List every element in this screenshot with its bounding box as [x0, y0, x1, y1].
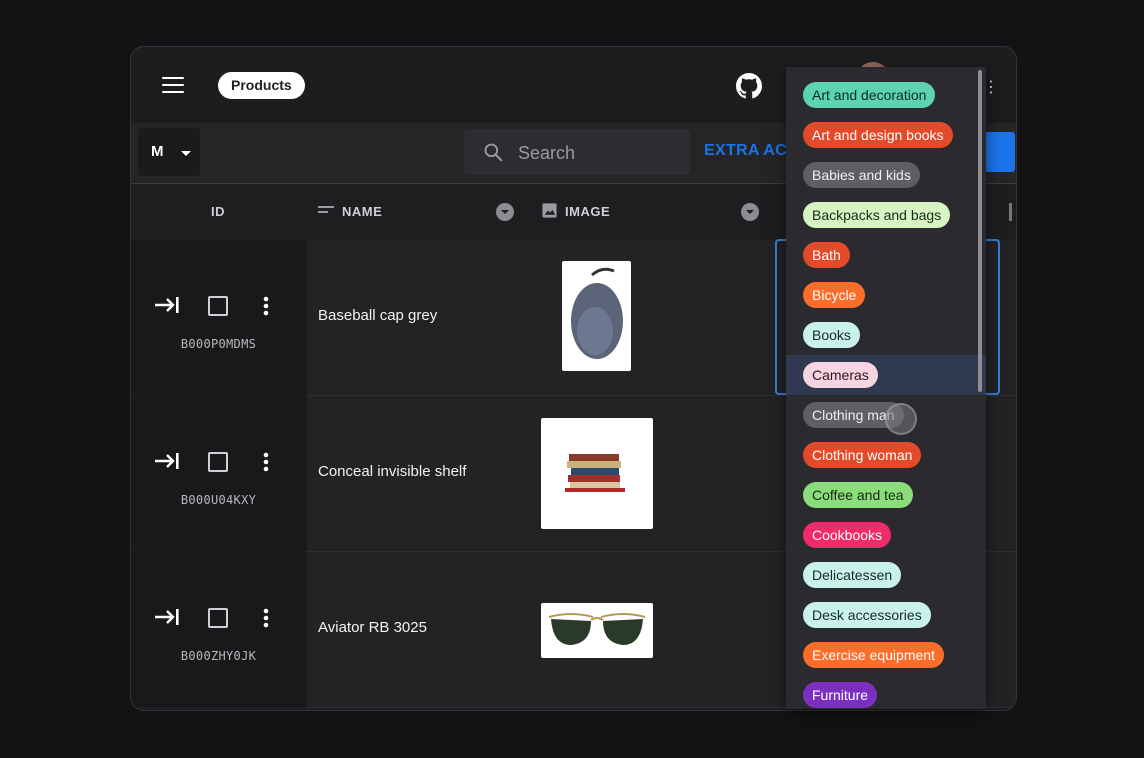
- more-vert-icon[interactable]: [262, 296, 270, 316]
- product-image: [562, 261, 631, 371]
- row-checkbox[interactable]: [208, 296, 228, 316]
- dropdown-option[interactable]: Desk accessories: [786, 595, 986, 635]
- github-icon[interactable]: [736, 73, 762, 99]
- category-tag: Art and design books: [803, 122, 953, 148]
- open-row-icon[interactable]: [154, 452, 180, 470]
- category-tag: Bicycle: [803, 282, 866, 308]
- dropdown-option[interactable]: Bath: [786, 235, 986, 275]
- dropdown-option[interactable]: Art and design books: [786, 115, 986, 155]
- dropdown-option[interactable]: Clothing woman: [786, 435, 986, 475]
- dropdown-option[interactable]: Coffee and tea: [786, 475, 986, 515]
- row-actions-cell: B000ZHY0JK: [131, 552, 306, 707]
- dropdown-option[interactable]: Delicatessen: [786, 555, 986, 595]
- category-dropdown: Art and decoration Art and design books Ba…: [786, 67, 986, 709]
- page-title-chip: Products: [218, 72, 305, 99]
- search-icon: [484, 143, 503, 162]
- category-tag: Babies and kids: [803, 162, 920, 188]
- more-vert-icon[interactable]: [262, 452, 270, 472]
- column-header-id[interactable]: ID: [211, 204, 225, 219]
- column-menu-icon[interactable]: [496, 203, 514, 221]
- view-mode-select[interactable]: M: [138, 128, 200, 176]
- category-tag: Desk accessories: [803, 602, 931, 628]
- category-tag: Cookbooks: [803, 522, 892, 548]
- row-id: B000ZHY0JK: [180, 649, 257, 663]
- dropdown-option[interactable]: Exercise equipment: [786, 635, 986, 675]
- dropdown-option[interactable]: Cookbooks: [786, 515, 986, 555]
- category-tag: Clothing woman: [803, 442, 922, 468]
- click-ripple: [885, 403, 917, 435]
- open-row-icon[interactable]: [154, 296, 180, 314]
- column-menu-icon[interactable]: [741, 203, 759, 221]
- dropdown-option[interactable]: Babies and kids: [786, 155, 986, 195]
- category-tag: Backpacks and bags: [803, 202, 951, 228]
- row-id: B000P0MDMS: [180, 337, 257, 351]
- chevron-down-icon: [181, 151, 191, 156]
- dropdown-scrollbar[interactable]: [978, 70, 982, 392]
- menu-icon[interactable]: [162, 77, 184, 93]
- category-tag: Cameras: [803, 362, 878, 388]
- category-tag: Furniture: [803, 682, 878, 708]
- category-tag: Books: [803, 322, 860, 348]
- search-box: [464, 129, 690, 175]
- row-actions-cell: B000P0MDMS: [131, 240, 306, 395]
- row-checkbox[interactable]: [208, 452, 228, 472]
- dropdown-option[interactable]: Cameras: [786, 355, 986, 395]
- product-image: [541, 603, 653, 658]
- more-vert-icon[interactable]: [262, 608, 270, 628]
- dropdown-option[interactable]: Furniture: [786, 675, 986, 709]
- dropdown-option[interactable]: Bicycle: [786, 275, 986, 315]
- search-input[interactable]: [516, 139, 680, 167]
- column-header-name[interactable]: NAME: [342, 204, 382, 219]
- category-tag: Delicatessen: [803, 562, 902, 588]
- row-checkbox[interactable]: [208, 608, 228, 628]
- dropdown-option[interactable]: Books: [786, 315, 986, 355]
- dropdown-option[interactable]: Backpacks and bags: [786, 195, 986, 235]
- image-icon: [542, 203, 557, 218]
- product-image: [541, 418, 653, 529]
- column-resize-handle[interactable]: [1009, 203, 1012, 221]
- open-row-icon[interactable]: [154, 608, 180, 626]
- category-tag: Coffee and tea: [803, 482, 913, 508]
- row-actions-cell: B000U04KXY: [131, 396, 306, 551]
- view-mode-value: M: [151, 143, 164, 160]
- product-name: Conceal invisible shelf: [318, 463, 467, 480]
- dropdown-option[interactable]: Art and decoration: [786, 75, 986, 115]
- product-name: Baseball cap grey: [318, 307, 438, 324]
- category-tag: Bath: [803, 242, 850, 268]
- extra-actions-button[interactable]: EXTRA ACT: [704, 142, 797, 160]
- category-tag: Exercise equipment: [803, 642, 944, 668]
- product-name: Aviator RB 3025: [318, 619, 427, 636]
- text-field-icon: [318, 206, 334, 213]
- row-id: B000U04KXY: [180, 493, 257, 507]
- column-header-image[interactable]: IMAGE: [565, 204, 610, 219]
- category-tag: Art and decoration: [803, 82, 936, 108]
